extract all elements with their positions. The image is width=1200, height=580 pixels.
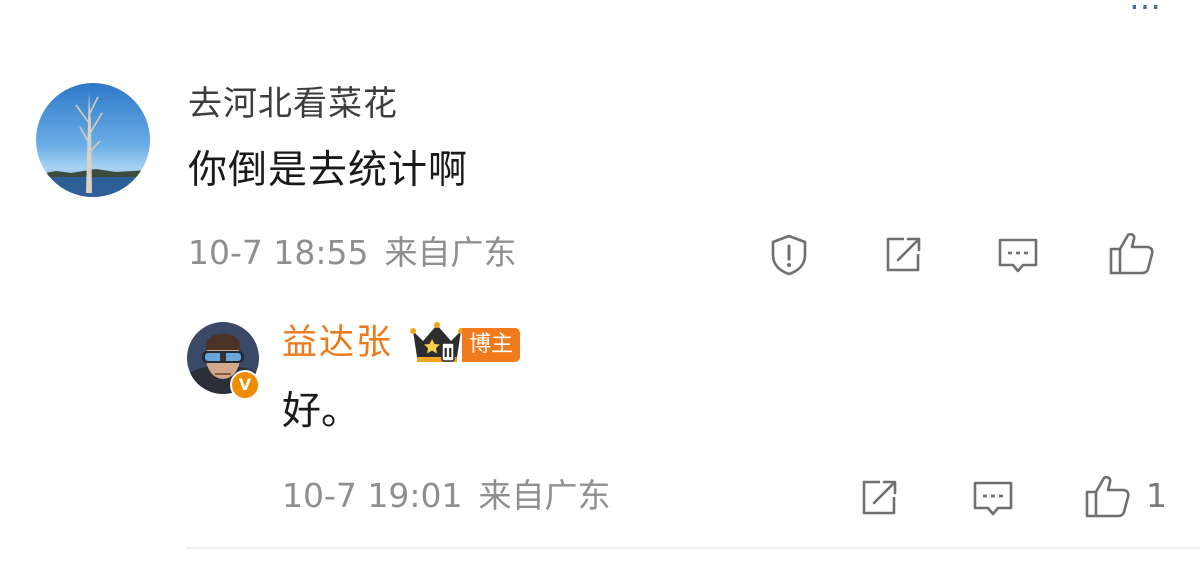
repost-icon[interactable] [858, 477, 900, 519]
comment-meta: 10-7 18:55 来自广东 [188, 231, 517, 275]
like-icon[interactable] [1083, 472, 1131, 520]
crown-level-icon: II [410, 321, 464, 369]
verified-badge: V [230, 370, 260, 400]
comment-location: 来自广东 [384, 233, 517, 272]
reply-text: 好。 [282, 389, 361, 434]
comment-time: 10-7 18:55 [188, 233, 369, 272]
blogger-badge: 博主 [462, 328, 521, 362]
avatar[interactable] [36, 83, 150, 197]
report-icon[interactable] [768, 233, 810, 277]
comment-icon[interactable] [971, 478, 1015, 520]
reply-time: 10-7 19:01 [282, 476, 463, 515]
sort-by-hot-link[interactable]: … [1129, 0, 1162, 18]
reply-location: 来自广东 [478, 476, 611, 515]
comment-icon[interactable] [996, 235, 1040, 277]
divider [186, 547, 1200, 549]
repost-icon[interactable] [882, 234, 924, 276]
reply-username[interactable]: 益达张 [282, 320, 393, 366]
like-icon[interactable] [1107, 229, 1155, 277]
comment-page: … 去河北看菜花 你倒是去统计啊 [0, 0, 1200, 580]
comment-username[interactable]: 去河北看菜花 [188, 82, 398, 126]
crown-level-text: II [444, 346, 453, 360]
like-count: 1 [1146, 476, 1167, 515]
comment-text: 你倒是去统计啊 [188, 148, 469, 193]
reply-meta: 10-7 19:01 来自广东 [282, 474, 611, 518]
